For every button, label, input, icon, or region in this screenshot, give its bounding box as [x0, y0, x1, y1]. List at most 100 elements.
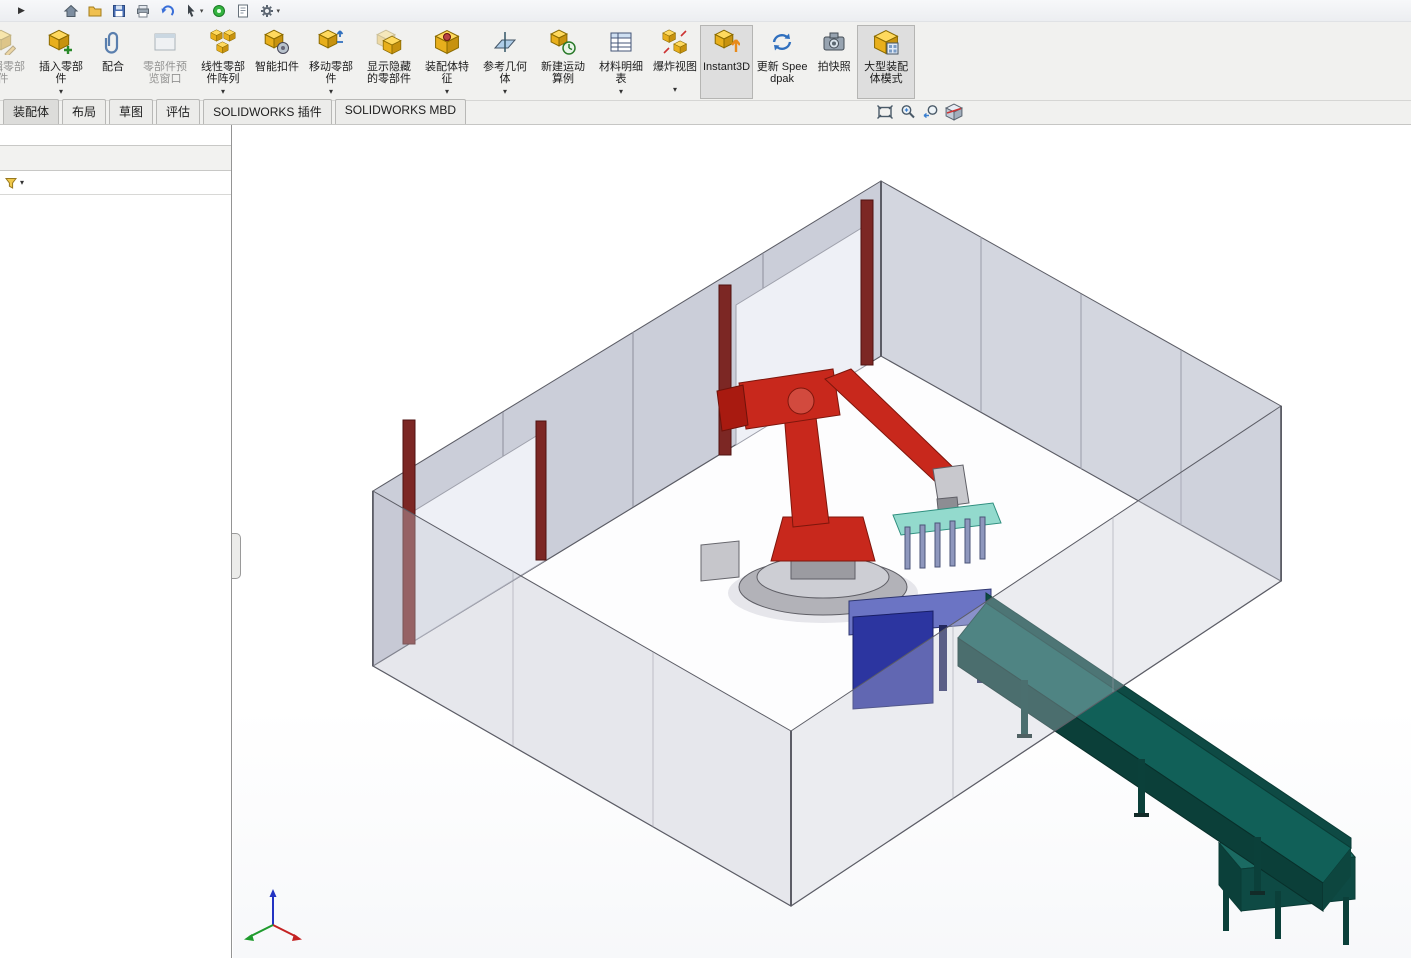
filter-dropdown-caret-icon[interactable]: ▾	[20, 178, 24, 187]
ribbon-button-snapshot[interactable]: 拍快照	[811, 25, 857, 99]
rebuild-button[interactable]	[211, 3, 227, 19]
instant3d-icon	[714, 29, 740, 59]
tab-solidworks-addins[interactable]: SOLIDWORKS 插件	[203, 99, 332, 124]
heads-up-view-toolbar	[875, 102, 964, 122]
component-preview-icon	[152, 29, 178, 59]
ribbon-button-move-component[interactable]: 移动零部件▾	[302, 25, 360, 99]
zoom-to-fit-icon	[876, 103, 894, 121]
section-view-button[interactable]	[944, 102, 964, 122]
assembly-features-icon	[434, 29, 460, 59]
ribbon-button-label: 参考几何体	[479, 61, 531, 86]
ribbon-button-label: 拍快照	[818, 61, 851, 74]
ribbon-button-bom[interactable]: 材料明细表▾	[592, 25, 650, 99]
tab-assembly[interactable]: 装配体	[3, 99, 59, 124]
ribbon-button-label: 移动零部件	[305, 61, 357, 86]
zoom-to-area-button[interactable]	[898, 102, 918, 122]
main-area: ▾	[0, 125, 1411, 958]
command-ribbon: 编辑零部件插入零部件▾配合零部件预览窗口线性零部件阵列▾智能扣件移动零部件▾显示…	[0, 22, 1411, 101]
title-bar: ▶ ▾▾	[0, 0, 1411, 22]
tab-solidworks-mbd[interactable]: SOLIDWORKS MBD	[335, 99, 466, 124]
undo-icon	[159, 3, 175, 19]
quick-access-toolbar: ▾▾	[63, 3, 280, 19]
dropdown-caret-icon: ▾	[276, 7, 280, 15]
zoom-to-area-icon	[899, 103, 917, 121]
ribbon-button-label: 更新 Speedpak	[756, 61, 808, 86]
ribbon-button-smart-fasteners[interactable]: 智能扣件	[252, 25, 302, 99]
print-button[interactable]	[135, 3, 151, 19]
viewport-3d-scene[interactable]	[233, 125, 1411, 958]
ribbon-button-component-preview: 零部件预览窗口	[136, 25, 194, 99]
rebuild-icon	[211, 3, 227, 19]
open-icon	[87, 3, 103, 19]
bom-icon	[608, 29, 634, 59]
ribbon-button-assembly-features[interactable]: 装配体特征▾	[418, 25, 476, 99]
dropdown-caret-icon[interactable]: ▾	[445, 86, 449, 101]
feature-tree	[0, 195, 231, 199]
dropdown-caret-icon[interactable]: ▾	[619, 86, 623, 101]
ribbon-button-instant3d[interactable]: Instant3D	[700, 25, 753, 99]
open-button[interactable]	[87, 3, 103, 19]
move-component-icon	[318, 29, 344, 59]
ribbon-button-mate[interactable]: 配合	[90, 25, 136, 99]
select-arrow-icon	[183, 3, 199, 19]
ribbon-button-linear-pattern[interactable]: 线性零部件阵列▾	[194, 25, 252, 99]
dropdown-caret-icon[interactable]: ▾	[59, 86, 63, 101]
ribbon-button-update-speedpak[interactable]: 更新 Speedpak	[753, 25, 811, 99]
tab-evaluate[interactable]: 评估	[156, 99, 200, 124]
previous-view-button[interactable]	[921, 102, 941, 122]
zoom-to-fit-button[interactable]	[875, 102, 895, 122]
file-properties-icon	[235, 3, 251, 19]
mate-icon	[100, 29, 126, 59]
tab-sketch[interactable]: 草图	[109, 99, 153, 124]
graphics-viewport[interactable]	[233, 125, 1411, 958]
dropdown-caret-icon[interactable]: ▾	[329, 86, 333, 101]
ribbon-button-exploded-view[interactable]: 爆炸视图 ▾	[650, 25, 700, 99]
insert-component-icon	[48, 29, 74, 59]
dropdown-caret-icon: ▾	[200, 7, 204, 15]
ribbon-button-label: 爆炸视图	[653, 61, 697, 74]
print-icon	[135, 3, 151, 19]
ribbon-button-large-assembly[interactable]: 大型装配体模式	[857, 25, 915, 99]
ribbon-button-motion-study[interactable]: 新建运动算例	[534, 25, 592, 99]
featuremanager-panel: ▾	[0, 125, 232, 958]
ribbon-button-label: 大型装配体模式	[860, 61, 912, 86]
motion-study-icon	[550, 29, 576, 59]
ribbon-tabs: 装配体布局草图评估SOLIDWORKS 插件SOLIDWORKS MBD	[0, 99, 466, 124]
ribbon-button-insert-component[interactable]: 插入零部件▾	[32, 25, 90, 99]
options-gear-icon	[259, 3, 275, 19]
file-properties-button[interactable]	[235, 3, 251, 19]
ribbon-button-show-hidden[interactable]: 显示隐藏的零部件	[360, 25, 418, 99]
dropdown-caret-icon[interactable]: ▾	[503, 86, 507, 101]
save-button[interactable]	[111, 3, 127, 19]
ribbon-tab-row: 装配体布局草图评估SOLIDWORKS 插件SOLIDWORKS MBD	[0, 101, 1411, 125]
ribbon-button-edit-component: 编辑零部件	[0, 25, 32, 99]
ribbon-button-label: 智能扣件	[255, 61, 299, 74]
smart-fasteners-icon	[264, 29, 290, 59]
ribbon-button-label: 新建运动算例	[537, 61, 589, 86]
options-gear-button[interactable]: ▾	[259, 3, 280, 19]
undo-button[interactable]	[159, 3, 175, 19]
ribbon-button-label: 编辑零部件	[0, 61, 29, 86]
section-view-icon	[945, 103, 963, 121]
large-assembly-icon	[873, 29, 899, 59]
reference-geometry-icon	[492, 29, 518, 59]
panel-splitter[interactable]	[232, 533, 241, 579]
home-icon	[63, 3, 79, 19]
dropdown-caret-icon[interactable]: ▾	[673, 84, 677, 99]
select-arrow-button[interactable]: ▾	[183, 3, 204, 19]
ribbon-button-label: 线性零部件阵列	[197, 61, 249, 86]
tab-layout[interactable]: 布局	[62, 99, 106, 124]
dropdown-caret-icon[interactable]: ▾	[221, 86, 225, 101]
tree-filter-row[interactable]: ▾	[0, 171, 231, 195]
home-button[interactable]	[63, 3, 79, 19]
save-icon	[111, 3, 127, 19]
ribbon-button-label: 装配体特征	[421, 61, 473, 86]
ribbon-button-label: 零部件预览窗口	[139, 61, 191, 86]
exploded-view-icon	[662, 29, 688, 59]
ribbon-button-label: Instant3D	[703, 61, 750, 74]
ribbon-button-label: 配合	[102, 61, 124, 74]
filter-icon	[4, 176, 18, 190]
menu-flyout-arrow-icon[interactable]: ▶	[18, 5, 25, 16]
ribbon-button-reference-geometry[interactable]: 参考几何体▾	[476, 25, 534, 99]
ribbon-button-label: 材料明细表	[595, 61, 647, 86]
